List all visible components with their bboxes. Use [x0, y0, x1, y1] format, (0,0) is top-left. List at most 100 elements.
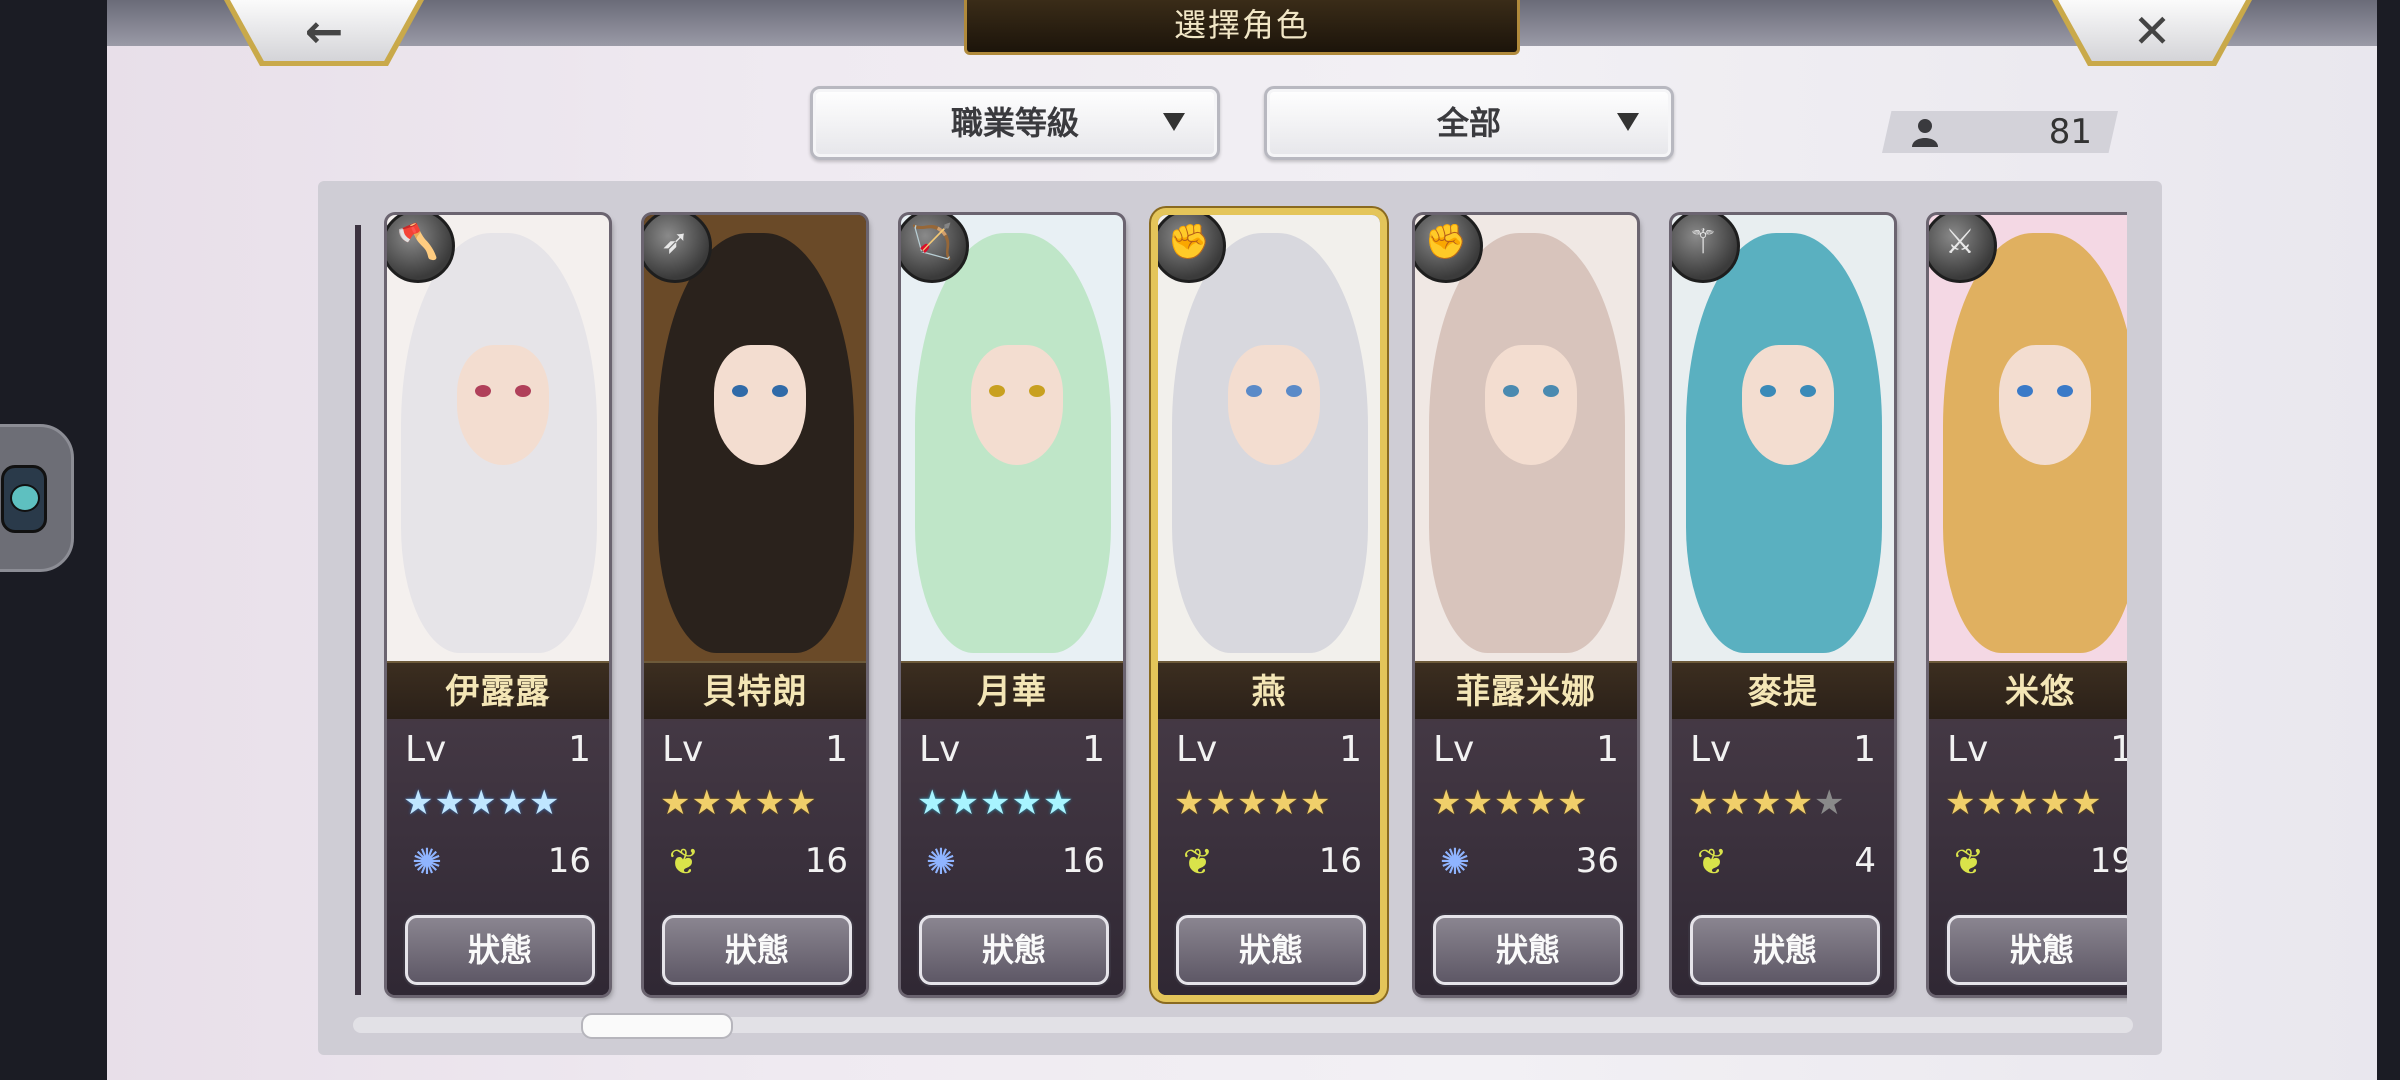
assistant-avatar-icon: [1, 465, 47, 533]
floating-assistant-button[interactable]: [0, 424, 74, 572]
rarity-star-icon: ★: [2039, 783, 2071, 823]
rarity-star-icon: ★: [1268, 783, 1300, 823]
character-stats: Lv 1 ★★★★★ ✺ 36 狀態: [1415, 719, 1637, 995]
sort-dropdown[interactable]: 職業等級: [810, 86, 1220, 160]
rarity-star-icon: ★: [1556, 783, 1589, 823]
character-stats: Lv 1 ★★★★★ ✺ 16 狀態: [387, 719, 609, 995]
character-portrait: ✊: [1415, 215, 1637, 661]
portrait-eye: [475, 385, 491, 397]
page-title: 選擇角色: [964, 0, 1520, 55]
character-list[interactable]: 🪓 伊露露 Lv 1 ★★★★★ ✺ 16 狀態 ➶ 貝特朗 Lv 1 ★★★★…: [355, 205, 2127, 1015]
cost-value: 16: [547, 841, 591, 881]
character-card[interactable]: ⚚ 麥提 Lv 1 ★★★★★ ❦ 4 狀態: [1672, 215, 1894, 995]
level-label: Lv: [1690, 729, 1732, 770]
character-card[interactable]: 🏹 月華 Lv 1 ★★★★★ ✺ 16 狀態: [901, 215, 1123, 995]
status-button[interactable]: 狀態: [1433, 915, 1623, 985]
rarity-star-icon: ★: [1719, 783, 1751, 823]
level-label: Lv: [662, 729, 704, 770]
character-card[interactable]: 🪓 伊露露 Lv 1 ★★★★★ ✺ 16 狀態: [387, 215, 609, 995]
status-button[interactable]: 狀態: [405, 915, 595, 985]
portrait-eye: [772, 385, 788, 397]
status-button[interactable]: 狀態: [1176, 915, 1366, 985]
previous-card-edge: [355, 225, 361, 995]
character-portrait: 🪓: [387, 215, 609, 661]
status-button[interactable]: 狀態: [662, 915, 852, 985]
portrait-eye: [989, 385, 1005, 397]
rarity-star-icon: ★: [1945, 783, 1977, 823]
unit-count-badge: 81: [1882, 111, 2118, 153]
portrait-eye: [1286, 385, 1302, 397]
character-name: 月華: [901, 661, 1123, 721]
character-card[interactable]: ✊ 菲露米娜 Lv 1 ★★★★★ ✺ 36 狀態: [1415, 215, 1637, 995]
character-stats: Lv 1 ★★★★★ ❦ 16 狀態: [644, 719, 866, 995]
person-icon: [1912, 119, 1938, 147]
rarity-star-icon: ★: [434, 783, 466, 823]
character-portrait: 🏹: [901, 215, 1123, 661]
level-label: Lv: [1176, 729, 1218, 770]
filter-dropdown[interactable]: 全部: [1264, 86, 1674, 160]
rarity-star-icon: ★: [917, 783, 949, 823]
scrollbar-thumb[interactable]: [581, 1013, 733, 1039]
rarity-star-icon: ★: [497, 783, 529, 823]
rarity-star-icon: ★: [1525, 783, 1557, 823]
rarity-star-icon: ★: [691, 783, 723, 823]
rarity-star-icon: ★: [2070, 783, 2103, 823]
cost-value: 16: [1318, 841, 1362, 881]
portrait-eye: [1760, 385, 1776, 397]
rarity-stars: ★★★★★: [1431, 783, 1588, 823]
game-screen: ← 選擇角色 ✕ 職業等級 全部 81 🪓 伊露露 Lv 1 ★★★★★ ✺ 1…: [0, 0, 2400, 1080]
level-value: 1: [1082, 729, 1105, 770]
character-portrait: ✊: [1158, 215, 1380, 661]
portrait-eye: [732, 385, 748, 397]
cost-value: 19: [2089, 841, 2127, 881]
character-name: 米悠: [1929, 661, 2127, 721]
character-name: 菲露米娜: [1415, 661, 1637, 721]
portrait-face: [1485, 345, 1577, 465]
portrait-eye: [1800, 385, 1816, 397]
character-name: 燕: [1158, 661, 1380, 721]
status-button[interactable]: 狀態: [1947, 915, 2127, 985]
rarity-star-icon: ★: [1782, 783, 1814, 823]
rarity-stars: ★★★★★: [660, 783, 817, 823]
portrait-eye: [2057, 385, 2073, 397]
level-value: 1: [1853, 729, 1876, 770]
character-name: 伊露露: [387, 661, 609, 721]
rarity-stars: ★★★★★: [917, 783, 1074, 823]
rarity-star-icon: ★: [1299, 783, 1332, 823]
character-card[interactable]: ➶ 貝特朗 Lv 1 ★★★★★ ❦ 16 狀態: [644, 215, 866, 995]
rarity-star-icon: ★: [528, 783, 561, 823]
character-stats: Lv 1 ★★★★★ ❦ 19 狀態: [1929, 719, 2127, 995]
rarity-star-icon: ★: [1174, 783, 1206, 823]
rarity-stars: ★★★★★: [1688, 783, 1845, 823]
level-value: 1: [825, 729, 848, 770]
portrait-face: [1999, 345, 2091, 465]
rarity-star-icon: ★: [722, 783, 755, 823]
unit-count-value: 81: [2048, 112, 2092, 152]
level-value: 1: [2110, 729, 2127, 770]
rarity-star-icon: ★: [1813, 783, 1846, 823]
portrait-face: [457, 345, 549, 465]
rarity-star-icon: ★: [1688, 783, 1720, 823]
status-button[interactable]: 狀態: [1690, 915, 1880, 985]
character-stats: Lv 1 ★★★★★ ❦ 4 狀態: [1672, 719, 1894, 995]
character-name: 麥提: [1672, 661, 1894, 721]
level-label: Lv: [1433, 729, 1475, 770]
rarity-star-icon: ★: [1236, 783, 1269, 823]
rarity-star-icon: ★: [403, 783, 435, 823]
close-icon: ✕: [2132, 4, 2172, 58]
back-arrow-icon: ←: [304, 4, 344, 58]
status-button[interactable]: 狀態: [919, 915, 1109, 985]
level-value: 1: [568, 729, 591, 770]
sort-dropdown-label: 職業等級: [950, 104, 1079, 142]
rarity-star-icon: ★: [1493, 783, 1526, 823]
rarity-star-icon: ★: [754, 783, 786, 823]
rarity-star-icon: ★: [1042, 783, 1075, 823]
rarity-stars: ★★★★★: [403, 783, 560, 823]
character-portrait: ⚔: [1929, 215, 2127, 661]
cost-value: 36: [1575, 841, 1619, 881]
cost-value: 16: [1061, 841, 1105, 881]
character-card[interactable]: ✊ 燕 Lv 1 ★★★★★ ❦ 16 狀態: [1158, 215, 1380, 995]
character-card[interactable]: ⚔ 米悠 Lv 1 ★★★★★ ❦ 19 狀態: [1929, 215, 2127, 995]
rarity-star-icon: ★: [660, 783, 692, 823]
level-label: Lv: [1947, 729, 1989, 770]
